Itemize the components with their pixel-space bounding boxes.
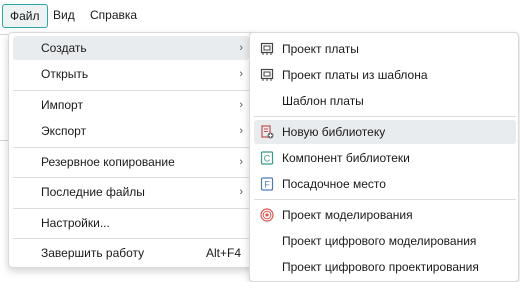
menu-separator: [254, 199, 516, 200]
submenu-item-digital-simulation-project[interactable]: Проект цифрового моделирования: [254, 229, 516, 253]
menu-separator: [13, 177, 249, 178]
menu-bar: Файл Вид Справка: [0, 0, 520, 32]
chevron-right-icon: ›: [239, 186, 243, 198]
new-library-icon: [261, 125, 274, 139]
submenu-item-board-project-from-template[interactable]: Проект платы из шаблона: [254, 63, 516, 87]
submenu-item-footprint[interactable]: F Посадочное место: [254, 172, 516, 196]
menu-separator: [13, 147, 249, 148]
submenu-item-board-project[interactable]: Проект платы: [254, 37, 516, 61]
menu-help[interactable]: Справка: [83, 4, 144, 28]
menu-separator: [13, 238, 249, 239]
background-divider: [0, 34, 8, 35]
chevron-right-icon: ›: [239, 68, 243, 80]
chevron-right-icon: ›: [239, 125, 243, 137]
create-submenu: Проект платы Проект платы из шаблона Шаб…: [249, 32, 519, 282]
submenu-item-label: Новую библиотеку: [282, 125, 386, 139]
menu-file[interactable]: Файл: [2, 4, 48, 28]
menu-item-create[interactable]: Создать ›: [13, 36, 249, 60]
menu-item-export[interactable]: Экспорт ›: [13, 119, 249, 143]
simulation-icon: [260, 208, 274, 222]
menu-separator: [254, 116, 516, 117]
menu-view[interactable]: Вид: [46, 4, 82, 28]
submenu-item-label: Компонент библиотеки: [282, 151, 410, 165]
submenu-item-label: Проект моделирования: [282, 208, 413, 222]
submenu-item-label: Проект платы из шаблона: [282, 68, 428, 82]
menu-item-label: Завершить работу: [41, 246, 145, 260]
submenu-item-label: Проект цифрового проектирования: [282, 260, 479, 274]
menu-item-recent-files[interactable]: Последние файлы ›: [13, 180, 249, 204]
chevron-right-icon: ›: [239, 99, 243, 111]
menu-item-backup[interactable]: Резервное копирование ›: [13, 150, 249, 174]
menu-item-label: Резервное копирование: [41, 155, 175, 169]
menu-item-label: Настройки...: [41, 216, 110, 230]
shortcut-label: Alt+F4: [205, 246, 241, 260]
submenu-item-label: Посадочное место: [282, 177, 386, 191]
menu-item-label: Последние файлы: [41, 185, 145, 199]
menu-item-open[interactable]: Открыть ›: [13, 62, 249, 86]
menu-separator: [13, 208, 249, 209]
submenu-item-label: Проект цифрового моделирования: [282, 234, 477, 248]
submenu-item-board-template[interactable]: Шаблон платы: [254, 89, 516, 113]
menu-item-quit[interactable]: Завершить работу Alt+F4: [13, 241, 249, 265]
background-divider: [0, 140, 8, 141]
pcb-board-icon: [260, 42, 274, 55]
submenu-item-new-library[interactable]: Новую библиотеку: [254, 120, 516, 144]
pcb-board-template-icon: [260, 68, 274, 81]
menu-item-import[interactable]: Импорт ›: [13, 93, 249, 117]
submenu-item-label: Шаблон платы: [282, 94, 364, 108]
submenu-item-simulation-project[interactable]: Проект моделирования: [254, 203, 516, 227]
menu-item-label: Импорт: [41, 98, 83, 112]
svg-text:F: F: [264, 180, 270, 190]
chevron-right-icon: ›: [239, 156, 243, 168]
svg-text:C: C: [264, 154, 271, 164]
component-icon: C: [260, 151, 274, 165]
submenu-item-library-component[interactable]: C Компонент библиотеки: [254, 146, 516, 170]
menu-item-label: Открыть: [41, 67, 89, 81]
chevron-right-icon: ›: [239, 42, 243, 54]
submenu-item-digital-design-project[interactable]: Проект цифрового проектирования: [254, 255, 516, 279]
footprint-icon: F: [260, 177, 274, 191]
submenu-item-label: Проект платы: [282, 42, 359, 56]
menu-item-settings[interactable]: Настройки...: [13, 211, 249, 235]
file-menu-dropdown: Создать › Открыть › Импорт › Экспорт › Р…: [8, 32, 254, 268]
menu-separator: [13, 90, 249, 91]
menu-item-label: Создать: [41, 41, 87, 55]
menu-item-label: Экспорт: [41, 124, 87, 138]
